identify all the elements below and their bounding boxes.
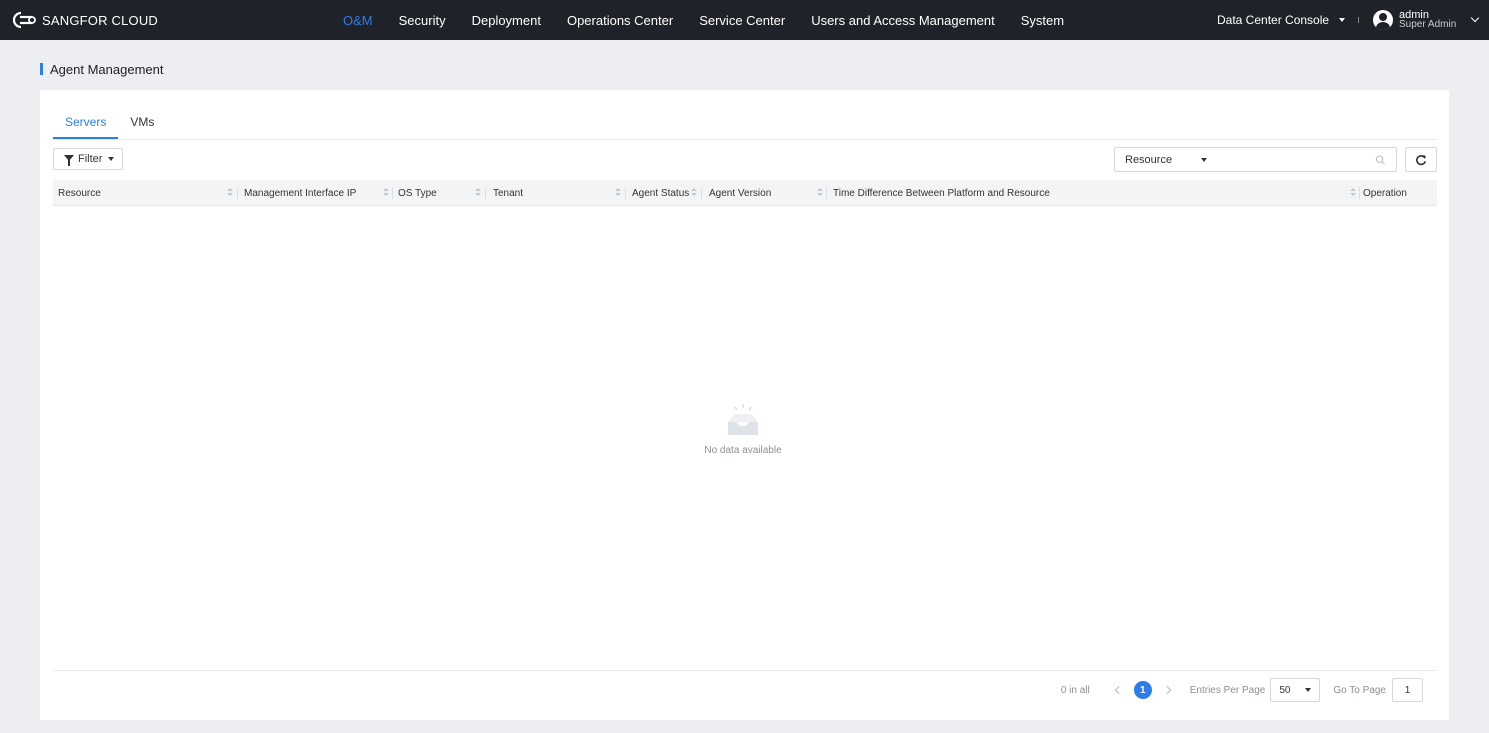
go-to-page-label: Go To Page [1333, 684, 1386, 696]
column-separator[interactable] [237, 187, 238, 199]
sort-icon[interactable] [1350, 188, 1356, 198]
tab-vms[interactable]: VMs [118, 110, 166, 139]
go-to-page-input[interactable] [1392, 678, 1423, 702]
main-panel: Servers VMs Filter Resource Resource Man… [40, 90, 1449, 720]
entries-per-page-select[interactable]: 50 [1270, 678, 1321, 702]
nav-item-deployment[interactable]: Deployment [472, 13, 541, 28]
filter-icon [64, 155, 74, 166]
column-header-agent-status[interactable]: Agent Status [632, 180, 689, 206]
filter-button[interactable]: Filter [53, 148, 123, 170]
sort-icon[interactable] [691, 188, 697, 198]
refresh-icon [1416, 154, 1427, 165]
console-switcher[interactable]: Data Center Console [1217, 0, 1346, 40]
column-separator[interactable] [625, 187, 626, 199]
page-title-text: Agent Management [50, 61, 164, 77]
caret-down-icon [1200, 157, 1207, 162]
chevron-right-icon[interactable] [1162, 685, 1171, 695]
chevron-down-icon [1471, 13, 1480, 23]
column-header-tenant[interactable]: Tenant [493, 180, 523, 206]
main-nav: O&M Security Deployment Operations Cente… [343, 0, 1090, 40]
column-header-time-difference[interactable]: Time Difference Between Platform and Res… [833, 180, 1050, 206]
tab-bar: Servers VMs [53, 110, 166, 140]
column-separator[interactable] [826, 187, 827, 199]
tab-servers[interactable]: Servers [53, 110, 119, 139]
sort-icon[interactable] [615, 188, 621, 198]
column-separator[interactable] [1359, 187, 1360, 199]
column-separator[interactable] [701, 187, 702, 199]
column-header-resource[interactable]: Resource [58, 180, 101, 206]
column-header-os-type[interactable]: OS Type [398, 180, 437, 206]
total-count: 0 in all [1060, 684, 1090, 696]
column-header-agent-version[interactable]: Agent Version [709, 180, 771, 206]
empty-text: No data available [704, 445, 782, 456]
caret-down-icon [108, 157, 115, 161]
refresh-button[interactable] [1405, 147, 1437, 172]
top-bar: SANGFOR CLOUD O&M Security Deployment Op… [0, 0, 1489, 40]
sort-icon[interactable] [475, 188, 481, 198]
nav-item-system[interactable]: System [1021, 13, 1064, 28]
sort-icon[interactable] [227, 188, 233, 198]
entries-per-page-label: Entries Per Page [1189, 684, 1266, 696]
logo[interactable]: SANGFOR CLOUD [12, 0, 158, 40]
column-separator[interactable] [485, 187, 486, 199]
sort-icon[interactable] [383, 188, 389, 198]
column-header-management-ip[interactable]: Management Interface IP [244, 180, 356, 206]
column-separator[interactable] [392, 187, 393, 199]
search-input[interactable] [1217, 148, 1376, 171]
search-icon[interactable] [1375, 153, 1386, 167]
entries-per-page-value: 50 [1279, 684, 1291, 696]
footer-divider [53, 670, 1437, 671]
sangfor-logo-icon [12, 11, 36, 29]
avatar-icon [1373, 10, 1393, 30]
caret-down-icon [1305, 688, 1312, 692]
nav-item-om[interactable]: O&M [343, 13, 373, 28]
column-header-operation: Operation [1363, 187, 1407, 199]
nav-item-operations-center[interactable]: Operations Center [567, 13, 673, 28]
page-title: Agent Management [40, 61, 163, 77]
caret-down-icon [1339, 18, 1346, 22]
search-box: Resource [1114, 147, 1397, 172]
divider [1358, 17, 1359, 23]
nav-item-users-access[interactable]: Users and Access Management [811, 13, 995, 28]
user-menu[interactable]: admin Super Admin [1373, 0, 1480, 40]
console-label: Data Center Console [1217, 13, 1330, 27]
pagination: 0 in all 1 Entries Per Page 50 Go To Pag… [1061, 678, 1423, 702]
empty-state: No data available [693, 400, 793, 456]
logo-text: SANGFOR CLOUD [42, 12, 159, 28]
search-scope-select[interactable]: Resource [1115, 148, 1217, 171]
table-header: Resource Management Interface IP OS Type… [53, 180, 1437, 206]
nav-item-security[interactable]: Security [399, 13, 446, 28]
sort-icon[interactable] [817, 188, 823, 198]
filter-label: Filter [78, 153, 103, 165]
empty-box-icon [728, 404, 758, 435]
page-number-current[interactable]: 1 [1133, 681, 1152, 699]
tab-underline [53, 139, 1437, 140]
title-accent-bar [40, 63, 43, 75]
chevron-left-icon[interactable] [1114, 685, 1123, 695]
nav-item-service-center[interactable]: Service Center [699, 13, 785, 28]
user-role: Super Admin [1399, 19, 1457, 30]
search-scope-value: Resource [1125, 153, 1173, 166]
